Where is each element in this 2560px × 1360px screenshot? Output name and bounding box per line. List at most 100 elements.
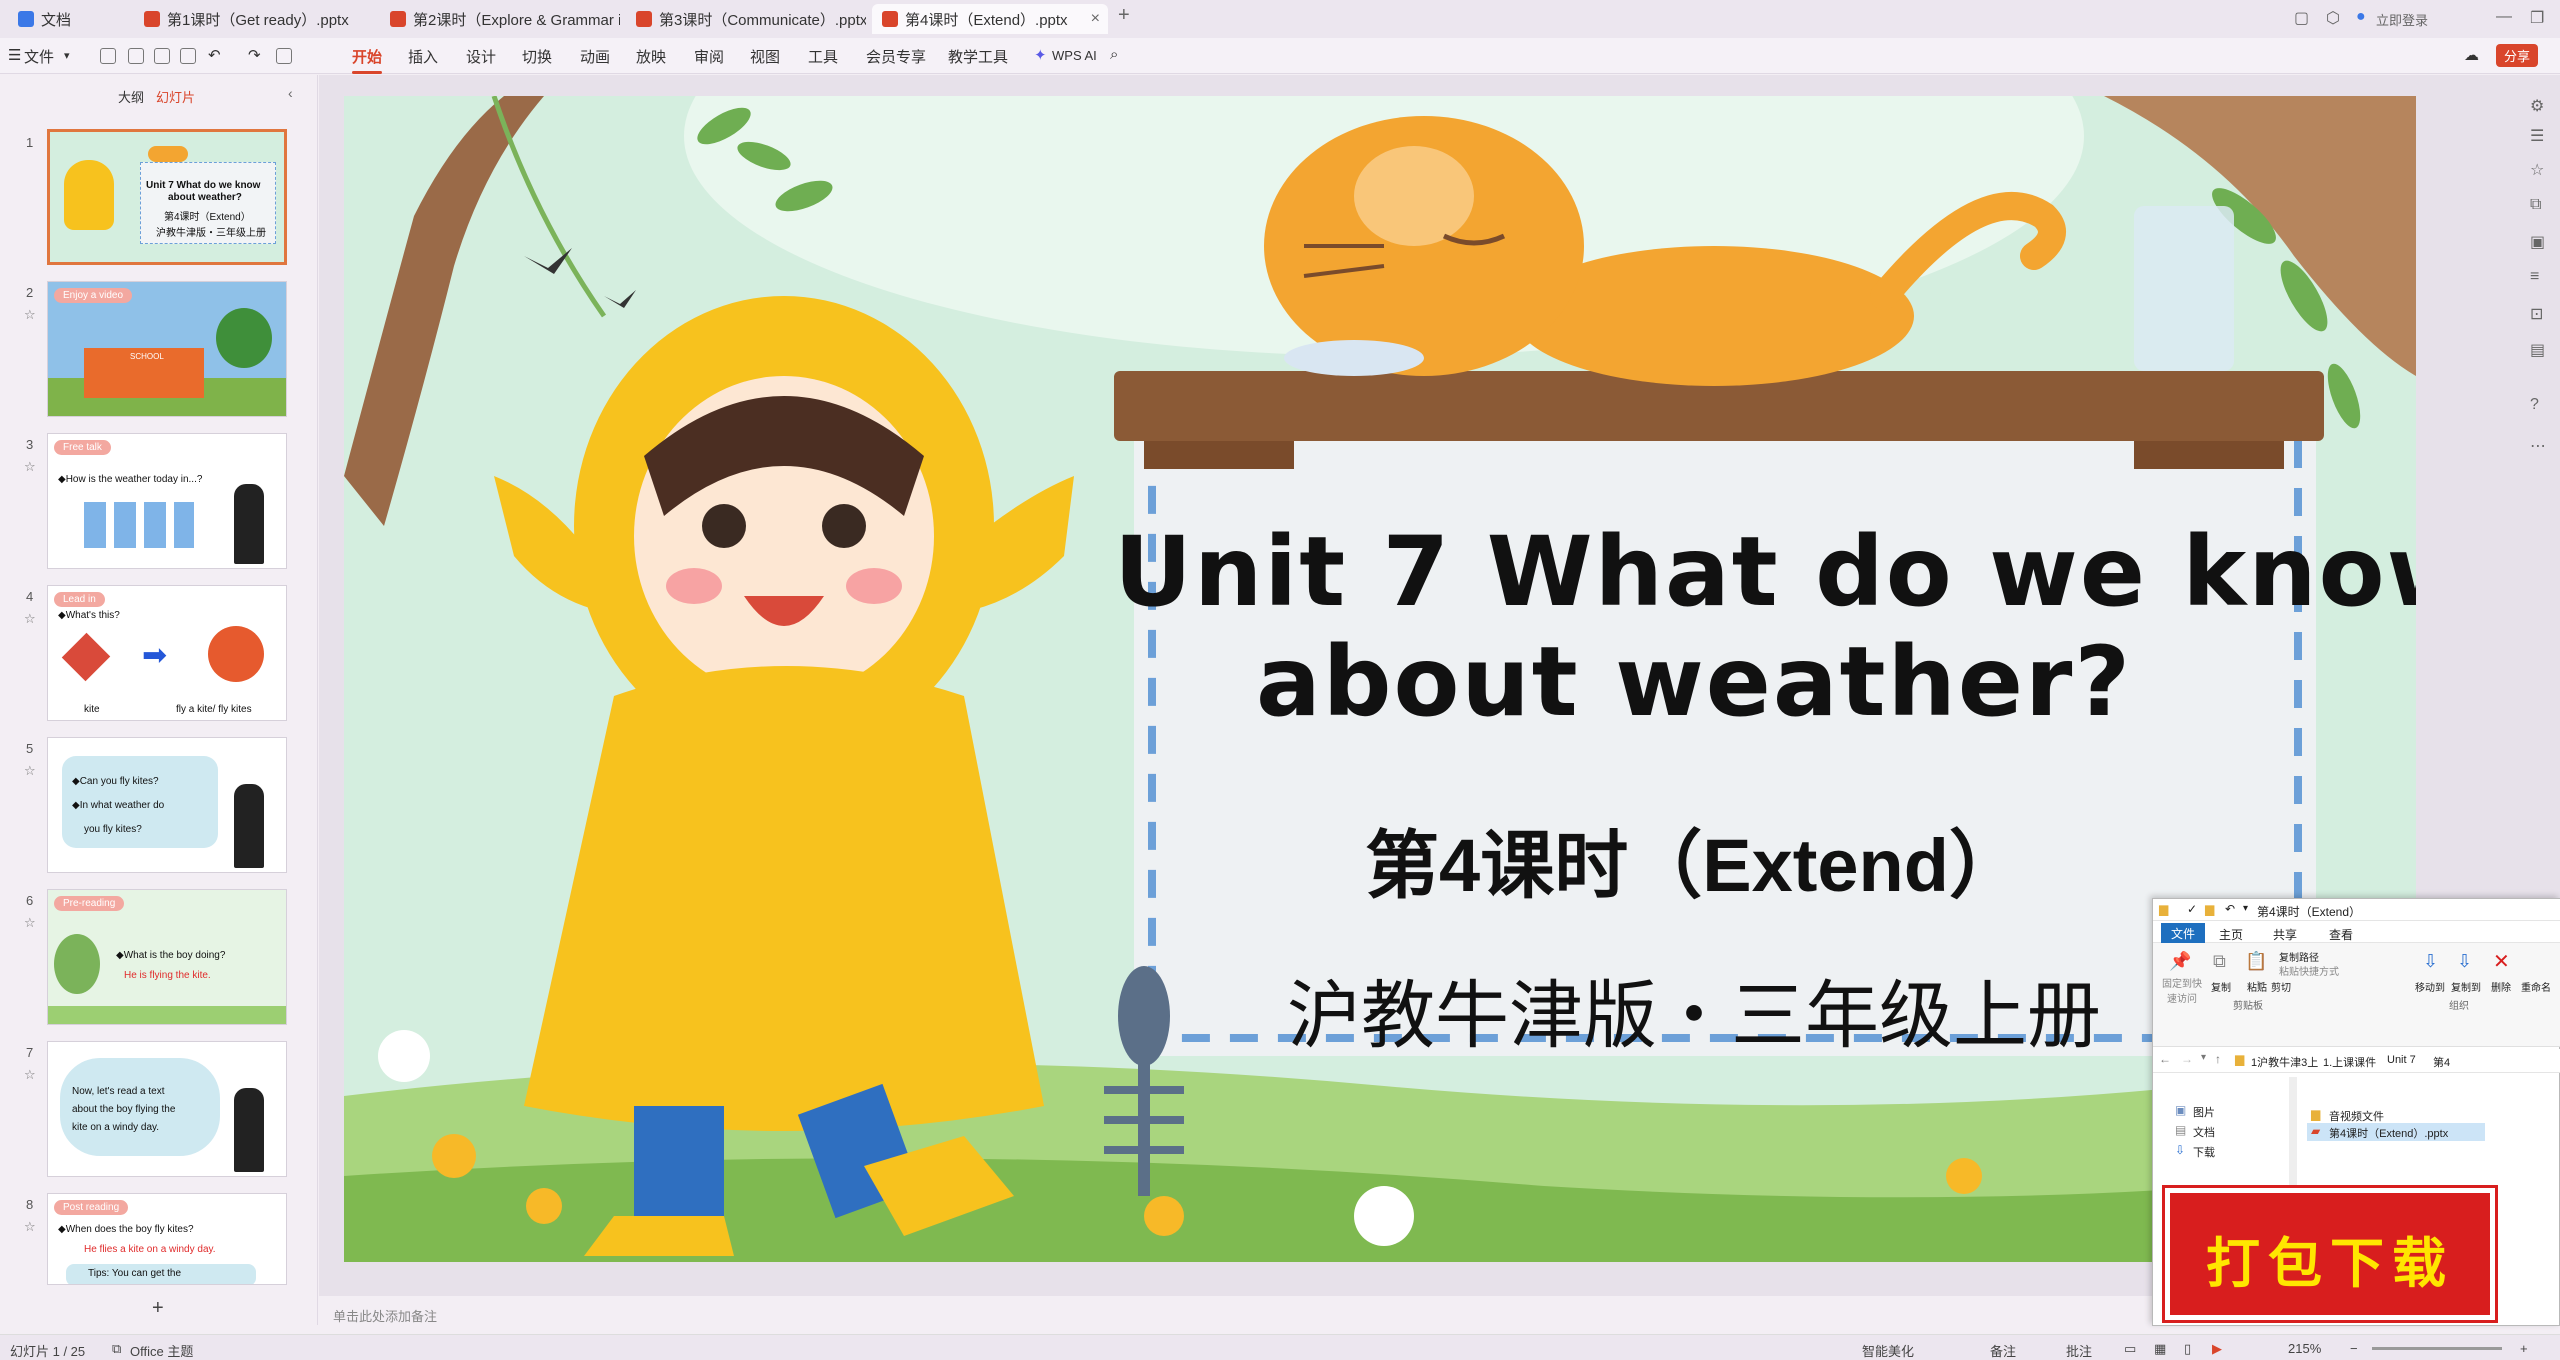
tab-tools[interactable]: 工具 [808,46,838,67]
slide-thumb-5[interactable]: ◆Can you fly kites? ◆In what weather do … [47,737,287,873]
format-painter-icon[interactable] [276,48,292,64]
login-link[interactable]: 立即登录 [2376,10,2428,29]
file-item-selected[interactable]: 第4课时（Extend）.pptx [2329,1125,2448,1141]
help-icon[interactable]: ? [2530,396,2539,414]
tab-view[interactable]: 视图 [750,46,780,67]
tab-home[interactable]: 开始 [352,46,383,74]
breadcrumb-2[interactable]: 1.上课课件 [2323,1054,2376,1070]
star-icon[interactable]: ☆ [24,459,36,475]
zoom-in-icon[interactable]: + [2520,1341,2528,1356]
explorer-tab-home[interactable]: 主页 [2219,926,2243,943]
copy-to-label[interactable]: 复制到 [2451,979,2481,994]
tab-animation[interactable]: 动画 [580,46,610,67]
explorer-tab-file[interactable]: 文件 [2161,923,2206,944]
delete-label[interactable]: 删除 [2491,979,2511,994]
normal-view-icon[interactable]: ▭ [2124,1341,2136,1357]
quick-save-icon[interactable]: ✓ [2187,902,2197,916]
slide-thumb-6[interactable]: Pre-reading ◆What is the boy doing? He i… [47,889,287,1025]
reading-view-icon[interactable]: ▯ [2184,1341,2191,1357]
paste-icon[interactable]: 📋 [2245,951,2267,972]
tab-review[interactable]: 审阅 [694,46,724,67]
nav-documents[interactable]: 文档 [2193,1124,2215,1140]
rename-label[interactable]: 重命名 [2521,979,2551,994]
list-icon[interactable]: ≡ [2530,268,2539,286]
copy-icon[interactable]: ⧉ [2213,951,2226,972]
tab-docs[interactable]: 文档 [8,4,128,34]
slide-thumb-2[interactable]: Enjoy a video SCHOOL [47,281,287,417]
breadcrumb-3[interactable]: Unit 7 [2387,1054,2416,1066]
copy-path-button[interactable]: 复制路径 [2279,949,2319,964]
tab-teaching-tools[interactable]: 教学工具 [948,46,1008,67]
download-banner[interactable]: 打包下载 [2165,1188,2495,1320]
chevron-down-icon[interactable]: ▾ [2243,903,2248,914]
minimize-icon[interactable]: — [2496,8,2512,26]
tab-lesson1[interactable]: 第1课时（Get ready）.pptx [134,4,374,34]
zoom-level[interactable]: 215% [2288,1341,2321,1356]
beautify-button[interactable]: 智能美化 [1862,1341,1914,1360]
export-icon[interactable] [128,48,144,64]
more-icon[interactable]: ⋯ [2530,436,2546,456]
copy-to-icon[interactable]: ⇩ [2457,951,2472,972]
star-icon[interactable]: ☆ [24,611,36,627]
cloud-icon[interactable]: ☁ [2464,46,2479,64]
forward-icon[interactable]: → [2181,1052,2193,1066]
slide-thumb-7[interactable]: Now, let's read a text about the boy fly… [47,1041,287,1177]
save-icon[interactable] [100,48,116,64]
settings-icon[interactable]: ⚙ [2530,96,2544,116]
pin-icon[interactable]: 📌 [2169,951,2191,972]
tab-design[interactable]: 设计 [466,46,496,67]
comments-toggle[interactable]: 批注 [2066,1341,2092,1360]
note-icon[interactable]: ▤ [2530,340,2545,360]
tab-slideshow[interactable]: 放映 [636,46,666,67]
tab-lesson2[interactable]: 第2课时（Explore & Grammar in u [380,4,620,34]
cube-icon[interactable]: ⬡ [2326,8,2340,28]
nav-downloads[interactable]: 下载 [2193,1144,2215,1160]
menu-icon[interactable]: ☰ [8,46,21,64]
tab-lesson3[interactable]: 第3课时（Communicate）.pptx [626,4,866,34]
search-icon[interactable]: ⌕ [1110,46,1118,63]
move-to-label[interactable]: 移动到 [2415,979,2445,994]
adjust-icon[interactable]: ☰ [2530,126,2544,146]
notes-toggle[interactable]: 备注 [1990,1341,2016,1360]
image-icon[interactable]: ▣ [2530,232,2545,252]
zoom-out-icon[interactable]: − [2350,1341,2358,1356]
tab-insert[interactable]: 插入 [408,46,438,67]
bookmark-icon[interactable]: ⊡ [2530,304,2543,324]
redo-icon[interactable]: ↷ [248,46,261,64]
delete-icon[interactable]: ✕ [2493,949,2510,974]
cut-button[interactable]: 剪切 [2271,979,2291,994]
share-button[interactable]: 分享 [2496,44,2539,67]
breadcrumb-1[interactable]: 1沪教牛津3上 [2251,1054,2318,1070]
slide-thumb-4[interactable]: Lead in ◆What's this? ➡ kite fly a kite/… [47,585,287,721]
maximize-icon[interactable]: ❐ [2530,8,2544,28]
star-icon[interactable]: ☆ [24,763,36,779]
collapse-icon[interactable]: ‹ [288,85,293,101]
outline-tab[interactable]: 大纲 [118,87,144,106]
slide-thumb-3[interactable]: Free talk ◆How is the weather today in..… [47,433,287,569]
star-icon[interactable]: ☆ [2530,160,2544,180]
slide-thumb-1[interactable]: Unit 7 What do we know about weather? 第4… [47,129,287,265]
tab-member[interactable]: 会员专享 [866,46,926,67]
grid-view-icon[interactable]: ▦ [2154,1341,2166,1357]
play-icon[interactable]: ▶ [2212,1341,2222,1357]
window-layout-icon[interactable]: ▢ [2294,8,2309,28]
tab-lesson4[interactable]: 第4课时（Extend）.pptx × [872,4,1108,34]
tab-transition[interactable]: 切换 [522,46,552,67]
star-icon[interactable]: ☆ [24,1067,36,1083]
star-icon[interactable]: ☆ [24,1219,36,1235]
undo-icon[interactable]: ↶ [208,46,221,64]
explorer-tab-share[interactable]: 共享 [2273,926,2297,943]
star-icon[interactable]: ☆ [24,915,36,931]
slide-thumb-8[interactable]: Post reading ◆When does the boy fly kite… [47,1193,287,1285]
file-item[interactable]: 音视频文件 [2329,1108,2384,1124]
print-icon[interactable] [154,48,170,64]
slides-tab[interactable]: 幻灯片 [156,87,195,106]
file-menu[interactable]: 文件 [24,46,54,67]
nav-pictures[interactable]: 图片 [2193,1104,2215,1120]
copy-label[interactable]: 复制 [2211,979,2231,994]
breadcrumb-4[interactable]: 第4 [2433,1054,2450,1070]
zoom-slider[interactable] [2372,1347,2502,1350]
back-icon[interactable]: ← [2159,1052,2171,1066]
explorer-tab-view[interactable]: 查看 [2329,926,2353,943]
undo-icon[interactable]: ↶ [2225,902,2235,916]
